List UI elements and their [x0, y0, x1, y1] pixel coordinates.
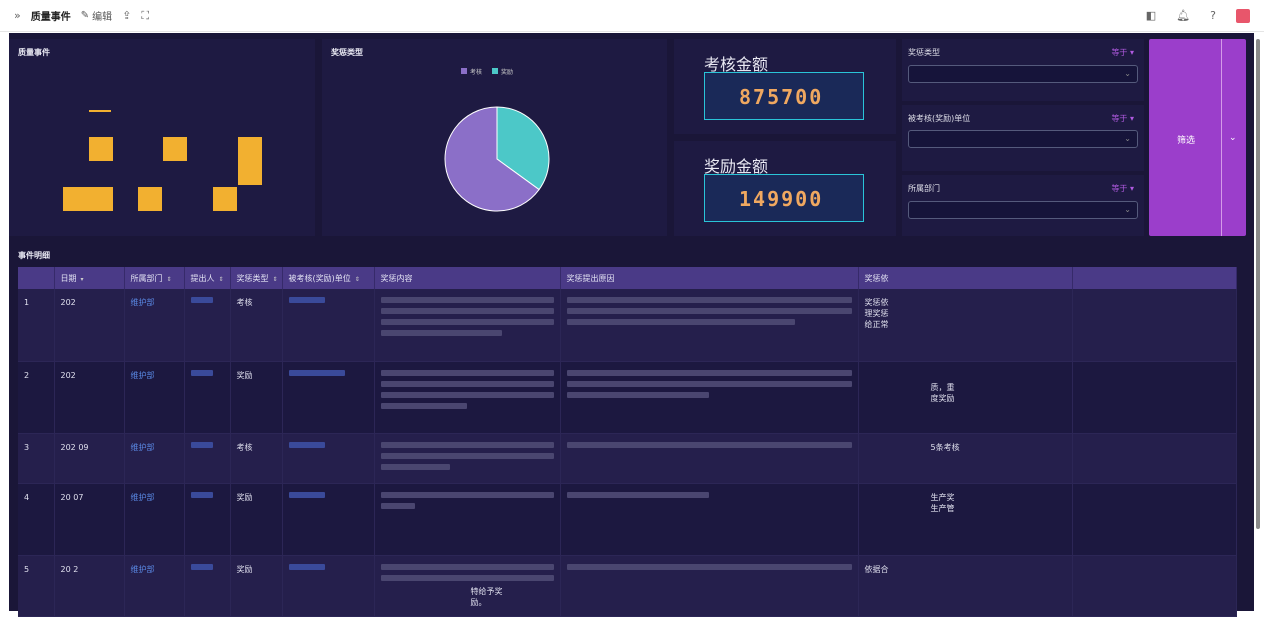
quality-events-panel: 质量事件 — [9, 39, 315, 236]
fullscreen-icon[interactable]: ⛶ — [141, 9, 149, 23]
scrollbar[interactable] — [1255, 33, 1261, 611]
chevron-down-icon: ⌄ — [1124, 69, 1131, 78]
filter-select[interactable]: ⌄ — [908, 65, 1138, 83]
table-row[interactable]: 5 20 2 维护部 奖励 特给予奖 励。 依据合 — [18, 555, 1237, 617]
table-header: 日期 ▾ 所属部门 ⇕ 提出人 ⇕ 奖惩类型 ⇕ 被考核(奖励)单位 ⇕ 奖惩内容 奖惩提… — [18, 267, 1237, 289]
chevron-down-icon[interactable]: ⌄ — [1229, 133, 1237, 143]
filter-unit: 被考核(奖励)单位 等于 ▾ ⌄ — [902, 105, 1144, 171]
chevron-down-icon: ⌄ — [1124, 205, 1131, 214]
col-header-type[interactable]: 奖惩类型 ⇕ — [230, 267, 283, 289]
col-header-extra — [1072, 267, 1237, 289]
assess-amount-panel: 考核金额 875700 — [674, 39, 896, 134]
table-row[interactable]: 4 20 07 维护部 奖励 生产奖 生产管 — [18, 483, 1237, 556]
assess-amount-value: 875700 — [739, 85, 824, 109]
table-row[interactable]: 1 202 维护部 考核 奖惩依 理奖惩 给正常 — [18, 289, 1237, 362]
chevron-down-icon: ⌄ — [1124, 134, 1131, 143]
col-header-date[interactable]: 日期 ▾ — [54, 267, 125, 289]
layout-icon[interactable]: ◧ — [1146, 9, 1156, 22]
chart-block — [138, 187, 162, 211]
filter-dept: 所属部门 等于 ▾ ⌄ — [902, 175, 1144, 236]
dashboard: 质量事件 奖惩类型 考核 奖励 考核金额 875700 奖励金额 149900 — [9, 33, 1254, 617]
chart-block — [63, 187, 113, 211]
assess-amount-box: 875700 — [704, 72, 864, 120]
edit-button[interactable]: ✎ 编辑 — [81, 8, 112, 23]
event-detail-table: 日期 ▾ 所属部门 ⇕ 提出人 ⇕ 奖惩类型 ⇕ 被考核(奖励)单位 ⇕ 奖惩内容 奖惩提… — [18, 267, 1237, 617]
table-row[interactable]: 3 202 09 维护部 考核 5条考核 — [18, 433, 1237, 484]
reward-amount-panel: 奖励金额 149900 — [674, 141, 896, 236]
avatar[interactable] — [1236, 8, 1250, 23]
scrollbar-thumb[interactable] — [1256, 39, 1260, 529]
section-title: 事件明细 — [18, 251, 50, 260]
filter-operator[interactable]: 等于 ▾ — [1111, 113, 1134, 124]
reward-amount-value: 149900 — [739, 187, 824, 211]
col-header-dept[interactable]: 所属部门 ⇕ — [124, 267, 185, 289]
col-header-reason: 奖惩提出原因 — [560, 267, 859, 289]
col-header-unit[interactable]: 被考核(奖励)单位 ⇕ — [282, 267, 375, 289]
top-toolbar: » 质量事件 ✎ 编辑 ⇪ ⛶ ◧ 🔔︎ ? — [0, 0, 1264, 32]
filter-reward-type: 奖惩类型 等于 ▾ ⌄ — [902, 39, 1144, 101]
chart-block — [213, 187, 237, 211]
filter-select[interactable]: ⌄ — [908, 130, 1138, 148]
col-header — [18, 267, 55, 289]
col-header-proposer[interactable]: 提出人 ⇕ — [184, 267, 231, 289]
page-title: 质量事件 — [30, 12, 71, 23]
filter-title: 被考核(奖励)单位 — [908, 114, 971, 123]
filter-title: 所属部门 — [908, 184, 940, 193]
col-header-content: 奖惩内容 — [374, 267, 561, 289]
quality-events-chart — [63, 110, 262, 211]
pencil-icon: ✎ — [80, 10, 90, 21]
chart-block — [89, 137, 113, 161]
reward-type-pie — [444, 106, 550, 212]
table-row[interactable]: 2 202 维护部 奖励 质，重 度奖励 — [18, 361, 1237, 434]
chart-block — [238, 137, 262, 185]
share-icon[interactable]: ⇪ — [122, 9, 131, 22]
double-chevron-right-icon[interactable]: » — [14, 9, 21, 22]
filter-title: 奖惩类型 — [908, 48, 940, 57]
reward-type-panel: 奖惩类型 考核 奖励 — [322, 39, 667, 236]
filter-select[interactable]: ⌄ — [908, 201, 1138, 219]
filter-operator[interactable]: 等于 ▾ — [1111, 183, 1134, 194]
reward-amount-box: 149900 — [704, 174, 864, 222]
filter-button[interactable]: 筛选 ⌄ — [1149, 39, 1246, 236]
chart-block — [89, 110, 111, 112]
filter-operator[interactable]: 等于 ▾ — [1111, 47, 1134, 58]
help-icon[interactable]: ? — [1210, 9, 1216, 22]
col-header-basis: 奖惩依 — [858, 267, 1073, 289]
chart-block — [163, 137, 187, 161]
bell-icon[interactable]: 🔔︎ — [1176, 9, 1190, 22]
